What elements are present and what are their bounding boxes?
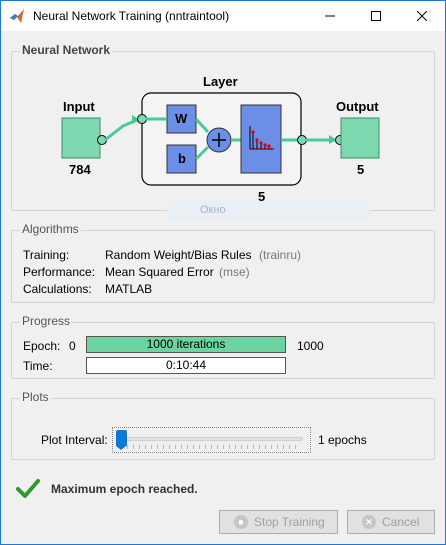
layer-size: 5 [258, 189, 266, 204]
stop-training-label: Stop Training [254, 515, 325, 529]
plot-interval-value: 1 epochs [318, 433, 367, 447]
bias-label: b [178, 151, 186, 166]
output-label: Output [336, 99, 379, 114]
output-size: 5 [357, 162, 365, 177]
cancel-icon: ✕ [362, 515, 376, 529]
slider-thumb[interactable] [116, 430, 127, 450]
epoch-progress-text: 1000 iterations [146, 337, 226, 351]
training-code: (trainru) [259, 248, 302, 262]
epoch-end: 1000 [297, 339, 324, 353]
time-field: 0:10:44 [86, 357, 286, 374]
performance-code: (mse) [219, 265, 250, 279]
status-message: Maximum epoch reached. [51, 482, 198, 496]
transfer-function-block [240, 104, 282, 174]
stop-training-button[interactable]: ⏹ Stop Training [219, 510, 338, 534]
layer-label: Layer [203, 74, 238, 89]
time-label: Time: [23, 359, 53, 373]
output-node [340, 117, 380, 159]
layer-input-connector [137, 114, 147, 124]
slider-track[interactable] [119, 437, 303, 441]
input-node [61, 117, 101, 159]
performance-value: Mean Squared Error [105, 265, 214, 279]
training-value: Random Weight/Bias Rules [105, 248, 252, 262]
input-size: 784 [69, 162, 91, 177]
taskbar-tooltip-ghost [167, 200, 370, 220]
epoch-start: 0 [69, 339, 76, 353]
slider-ticks [121, 445, 301, 449]
nntraintool-window: Neural Network Training (nntraintool) Ne… [0, 0, 446, 545]
time-value: 0:10:44 [165, 358, 207, 372]
stop-icon: ⏹ [234, 515, 248, 529]
network-diagram [61, 92, 380, 186]
progress-panel-title: Progress [20, 314, 73, 328]
calculations-label: Calculations: [23, 282, 92, 296]
epoch-progress-bar: 1000 iterations [86, 336, 286, 353]
checkmark-icon [16, 479, 40, 498]
training-label: Training: [23, 248, 70, 262]
plot-interval-slider[interactable] [112, 427, 311, 453]
cancel-button[interactable]: ✕ Cancel [347, 510, 435, 534]
epoch-label: Epoch: [23, 339, 61, 353]
plots-panel-title: Plots [20, 390, 51, 404]
layer-output-connector [297, 135, 307, 145]
input-label: Input [63, 99, 95, 114]
taskbar-tooltip-ghost-text: Окно [200, 204, 226, 216]
plot-interval-label: Plot Interval: [41, 433, 108, 447]
calculations-value: MATLAB [105, 282, 153, 296]
algorithms-panel-title: Algorithms [20, 222, 81, 236]
cancel-label: Cancel [382, 515, 420, 529]
weight-label: W [175, 111, 188, 126]
performance-label: Performance: [23, 265, 96, 279]
